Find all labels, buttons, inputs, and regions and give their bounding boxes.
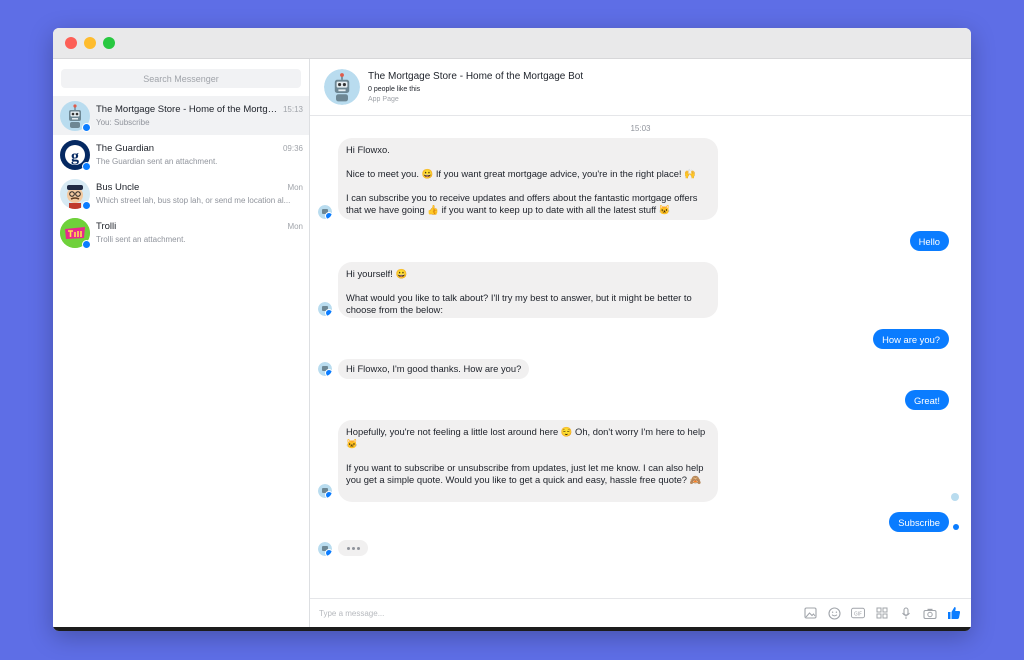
message-text: Hi yourself! 😀 [346, 268, 408, 279]
chat-header: The Mortgage Store - Home of the Mortgag… [310, 59, 971, 116]
seen-avatar-icon [951, 493, 959, 501]
incoming-message: Hi yourself! 😀 What would you like to ta… [338, 262, 718, 318]
conversation-snippet: Which street lah, bus stop lah, or send … [96, 196, 291, 205]
page-type: App Page [368, 96, 399, 103]
outgoing-message: Hello [909, 231, 949, 251]
message-text: I can subscribe you to receive updates a… [346, 192, 698, 215]
conversation-name: The Guardian [96, 143, 155, 154]
conversation-name: The Mortgage Store - Home of the Mortgag… [96, 104, 279, 115]
conversation-snippet: Trolli sent an attachment. [96, 235, 186, 244]
message-text: Hi Flowxo, I'm good thanks. How are you? [346, 363, 522, 374]
chat-panel: The Mortgage Store - Home of the Mortgag… [310, 59, 971, 627]
conversation-guardian[interactable]: g The Guardian 09:36 The Guardian sent a… [53, 135, 309, 174]
outgoing-message: Subscribe [889, 512, 949, 532]
message-timestamp: 15:03 [630, 124, 651, 133]
avatar [60, 217, 91, 249]
conversation-mortgage-store[interactable]: The Mortgage Store - Home of the Mortgag… [53, 96, 309, 135]
bot-avatar-icon [318, 362, 332, 376]
maximize-window-button[interactable] [103, 37, 115, 49]
conversation-time: 15:13 [282, 105, 303, 114]
page-avatar[interactable] [324, 69, 360, 105]
window-bottom-edge [53, 627, 971, 631]
messenger-badge-icon [82, 239, 91, 249]
avatar [60, 100, 91, 132]
title-bar [53, 28, 971, 59]
message-text: Hi Flowxo. [346, 144, 390, 155]
messenger-badge-icon [82, 122, 91, 132]
conversation-sidebar: Search Messenger The Mortgage Store - Ho… [53, 59, 310, 627]
message-text: What would you like to talk about? I'll … [346, 292, 692, 315]
bot-avatar-icon [318, 542, 332, 556]
typing-indicator [338, 540, 368, 556]
delivered-icon [953, 524, 959, 530]
message-text: Nice to meet you. 😀 If you want great mo… [346, 168, 696, 179]
close-window-button[interactable] [65, 37, 77, 49]
svg-text:g: g [71, 148, 79, 165]
thumbs-up-icon[interactable] [947, 606, 961, 620]
conversation-name: Trolli [96, 221, 117, 232]
emoji-icon[interactable] [827, 606, 841, 620]
conversation-trolli[interactable]: Trolli Mon Trolli sent an attachment. [53, 213, 309, 252]
microphone-icon[interactable] [899, 606, 913, 620]
message-composer: GIF [310, 598, 971, 627]
incoming-message: Hi Flowxo. Nice to meet you. 😀 If you wa… [338, 138, 718, 220]
messenger-window: Search Messenger The Mortgage Store - Ho… [53, 28, 971, 631]
search-input[interactable]: Search Messenger [61, 69, 301, 88]
message-text: If you want to subscribe or unsubscribe … [346, 462, 704, 485]
bot-avatar-icon [318, 205, 332, 219]
outgoing-message: Great! [904, 390, 949, 410]
svg-text:GIF: GIF [854, 611, 862, 617]
conversation-snippet: You: Subscribe [96, 118, 150, 127]
bot-avatar-icon [318, 302, 332, 316]
conversation-time: Mon [287, 222, 303, 231]
bot-avatar-icon [318, 484, 332, 498]
minimize-window-button[interactable] [84, 37, 96, 49]
outgoing-message: How are you? [873, 329, 949, 349]
photo-icon[interactable] [803, 606, 817, 620]
conversation-time: Mon [287, 183, 303, 192]
camera-icon[interactable] [923, 606, 937, 620]
avatar: g [60, 139, 91, 171]
message-text: Hopefully, you're not feeling a little l… [346, 426, 706, 449]
gif-icon[interactable]: GIF [851, 606, 865, 620]
messenger-badge-icon [82, 200, 91, 210]
messenger-badge-icon [82, 161, 91, 171]
chat-title[interactable]: The Mortgage Store - Home of the Mortgag… [368, 71, 583, 82]
page-likes: 0 people like this [368, 86, 421, 93]
conversation-bus-uncle[interactable]: Bus Uncle Mon Which street lah, bus stop… [53, 174, 309, 213]
conversation-name: Bus Uncle [96, 182, 140, 193]
sticker-icon[interactable] [875, 606, 889, 620]
avatar [60, 178, 91, 210]
incoming-message: Hopefully, you're not feeling a little l… [338, 420, 718, 502]
incoming-message: Hi Flowxo, I'm good thanks. How are you? [338, 359, 530, 379]
conversation-time: 09:36 [282, 144, 303, 153]
conversation-snippet: The Guardian sent an attachment. [96, 157, 218, 166]
message-input[interactable] [317, 607, 803, 619]
